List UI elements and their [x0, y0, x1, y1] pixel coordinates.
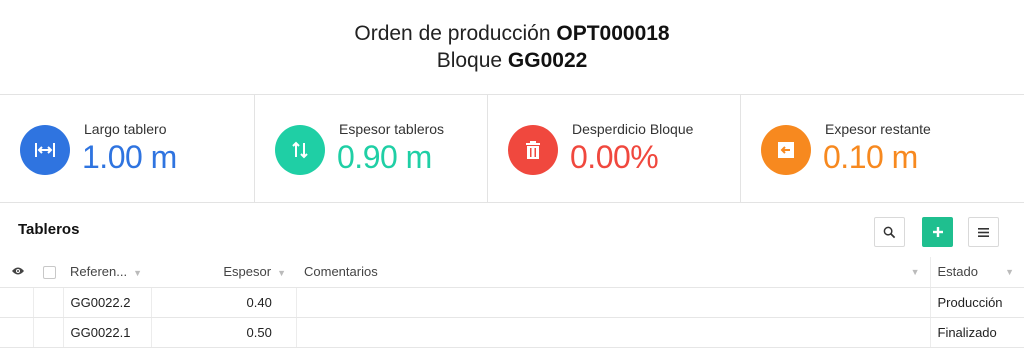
cell-status: Finalizado: [929, 317, 1024, 348]
stat-value: 0.00%: [570, 139, 659, 175]
column-label: Espesor: [223, 264, 272, 280]
stat-value: 1.00 m: [82, 139, 177, 175]
table-row[interactable]: GG0022.1 0.50 Finalizado: [0, 317, 1024, 348]
stat-label: Desperdicio Bloque: [572, 121, 694, 137]
stat-remaining-thickness: Expesor restante 0.10 m: [741, 95, 1024, 203]
stats-row: Largo tablero 1.00 m Espesor tableros 0.…: [0, 95, 1024, 203]
row-checkbox-cell: [32, 287, 63, 318]
cell-reference: GG0022.1: [62, 317, 151, 348]
cell-thickness: 0.40: [150, 287, 296, 318]
block-label: Bloque: [436, 49, 503, 72]
stat-label: Largo tablero: [84, 121, 167, 137]
select-all-checkbox-cell[interactable]: [33, 257, 63, 288]
order-title: Orden de producción OPT000018: [0, 22, 1024, 46]
sort-icon: ▼: [910, 267, 920, 277]
sort-icon: ▼: [277, 268, 286, 279]
column-thickness[interactable]: Espesor ▼: [151, 257, 296, 288]
column-label: Referen...: [70, 264, 128, 280]
block-code: GG0022: [507, 49, 588, 72]
table-toolbar: Tableros: [0, 203, 1024, 257]
add-button[interactable]: [922, 217, 953, 247]
cell-comments: [295, 317, 930, 348]
search-button[interactable]: [874, 217, 905, 247]
row-eye-cell: [0, 317, 33, 348]
column-label: Estado: [937, 264, 978, 280]
page-header: Orden de producción OPT000018 Bloque GG0…: [0, 0, 1024, 95]
table-header-row: Referen... ▼ Espesor ▼ Comentarios ▼ Estado…: [0, 257, 1024, 288]
section-title: Tableros: [18, 221, 80, 238]
order-code: OPT000018: [556, 22, 670, 45]
stat-value: 0.10 m: [823, 139, 918, 175]
sort-icon: ▼: [133, 268, 143, 279]
stat-value: 0.90 m: [337, 139, 432, 175]
row-checkbox-cell: [32, 317, 63, 348]
cell-thickness: 0.50: [150, 317, 296, 348]
menu-button[interactable]: [968, 217, 999, 247]
stat-block-waste: Desperdicio Bloque 0.00%: [488, 95, 741, 203]
horizontal-arrows-icon: [20, 125, 70, 175]
stat-board-length: Largo tablero 1.00 m: [0, 95, 255, 203]
column-comments[interactable]: Comentarios ▼: [296, 257, 930, 288]
visibility-column[interactable]: [0, 257, 33, 288]
order-label: Orden de producción: [354, 22, 551, 45]
vertical-arrows-icon: [275, 125, 325, 175]
stat-label: Expesor restante: [825, 121, 931, 137]
column-reference[interactable]: Referen... ▼: [63, 257, 151, 288]
cell-reference: GG0022.2: [62, 287, 151, 318]
boards-table: Referen... ▼ Espesor ▼ Comentarios ▼ Estado…: [0, 257, 1024, 348]
search-icon: [883, 226, 896, 238]
stat-board-thickness: Espesor tableros 0.90 m: [255, 95, 488, 203]
cell-comments: [295, 287, 930, 318]
eye-icon: [12, 267, 24, 275]
select-all-checkbox[interactable]: [43, 266, 56, 280]
cell-status: Producción: [929, 287, 1024, 318]
trash-icon: [508, 125, 558, 175]
menu-icon: [978, 227, 989, 237]
exit-arrow-icon: [761, 125, 811, 175]
table-row[interactable]: GG0022.2 0.40 Producción: [0, 287, 1024, 318]
row-eye-cell: [0, 287, 33, 318]
column-label: Comentarios: [304, 264, 378, 280]
stat-label: Espesor tableros: [339, 121, 445, 137]
plus-icon: [932, 227, 943, 237]
column-status[interactable]: Estado ▼: [929, 257, 1024, 288]
sort-icon: ▼: [1005, 267, 1014, 277]
block-title: Bloque GG0022: [0, 49, 1024, 73]
